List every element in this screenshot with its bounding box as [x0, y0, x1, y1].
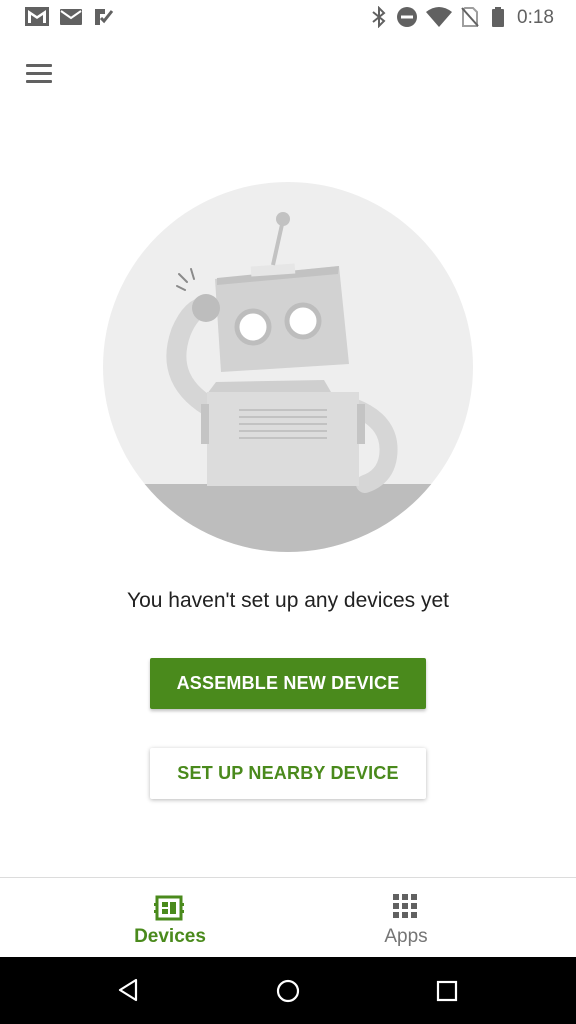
robot-illustration — [103, 182, 473, 552]
tab-devices[interactable]: Devices — [26, 878, 314, 958]
recents-icon[interactable] — [436, 980, 458, 1002]
wifi-icon — [426, 7, 452, 27]
bluetooth-icon — [372, 6, 386, 28]
home-icon[interactable] — [275, 978, 301, 1004]
bottom-navigation: Devices Apps — [0, 877, 576, 958]
back-icon[interactable] — [116, 977, 140, 1003]
status-time: 0:18 — [517, 7, 554, 28]
system-navigation-bar — [0, 957, 576, 1024]
do-not-disturb-icon — [397, 7, 417, 27]
hamburger-menu-icon[interactable] — [20, 55, 58, 91]
tasks-icon — [95, 9, 114, 25]
no-sim-icon — [461, 7, 479, 27]
apps-grid-icon — [393, 894, 417, 918]
set-up-nearby-device-button[interactable]: SET UP NEARBY DEVICE — [150, 748, 426, 799]
tab-apps[interactable]: Apps — [288, 878, 576, 958]
tab-apps-label: Apps — [384, 926, 428, 947]
assemble-new-device-button[interactable]: ASSEMBLE NEW DEVICE — [150, 658, 426, 709]
battery-icon — [492, 7, 504, 27]
empty-state-message: You haven't set up any devices yet — [127, 589, 449, 612]
gmail-icon — [25, 7, 49, 26]
status-bar: 0:18 — [0, 0, 576, 34]
mail-icon — [60, 9, 82, 25]
devices-icon — [154, 895, 184, 921]
